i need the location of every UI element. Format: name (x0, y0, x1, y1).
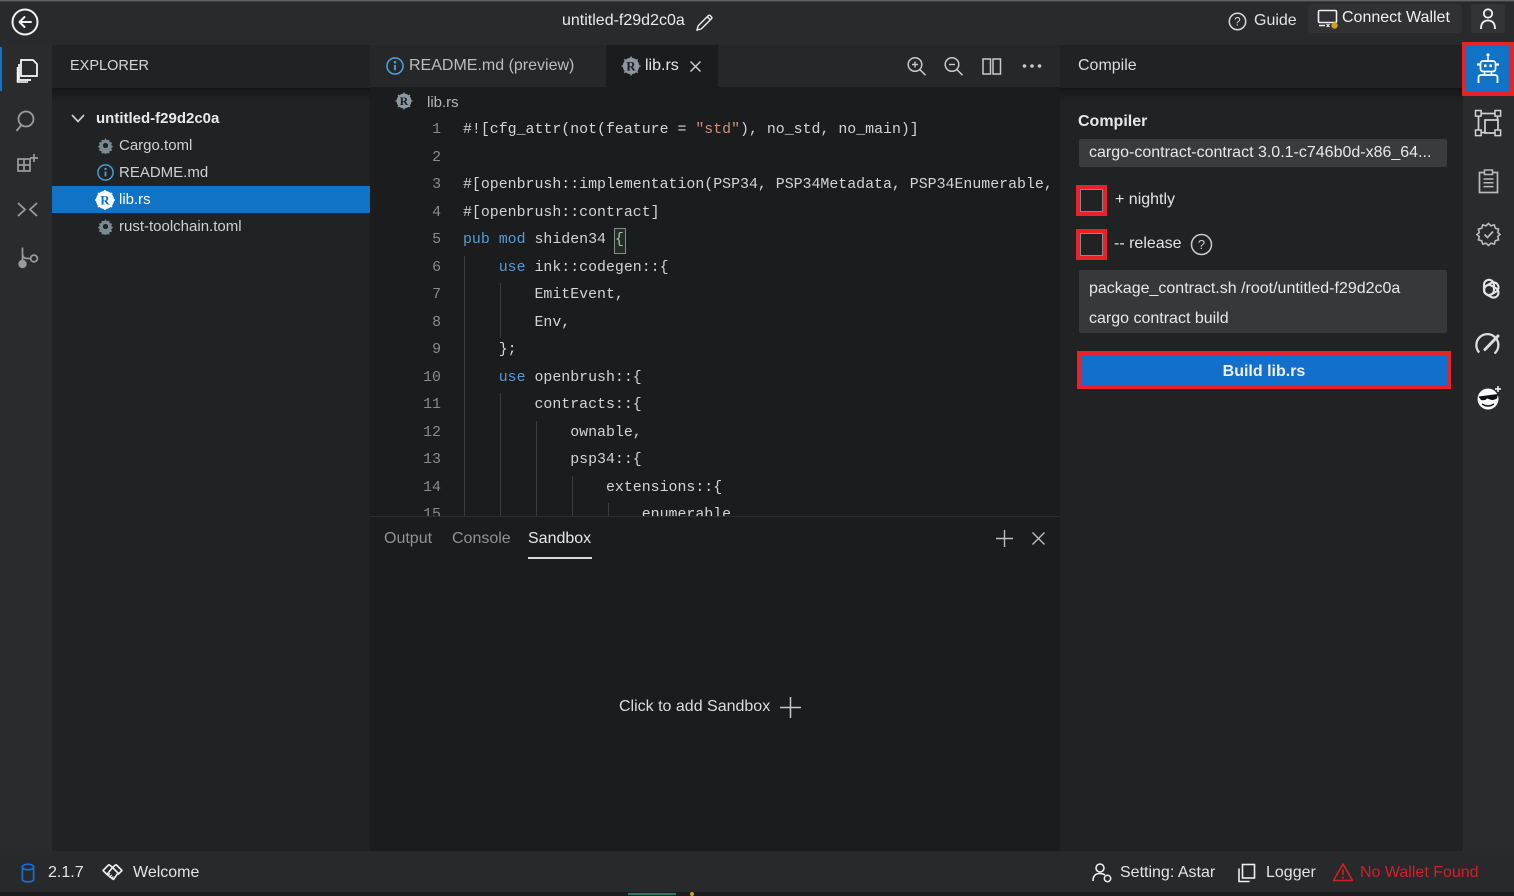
svg-text:?: ? (1198, 237, 1205, 252)
svg-text:?: ? (1234, 17, 1240, 29)
svg-text:R: R (400, 95, 409, 108)
svg-text:R: R (100, 193, 110, 208)
svg-text:R: R (626, 59, 636, 74)
